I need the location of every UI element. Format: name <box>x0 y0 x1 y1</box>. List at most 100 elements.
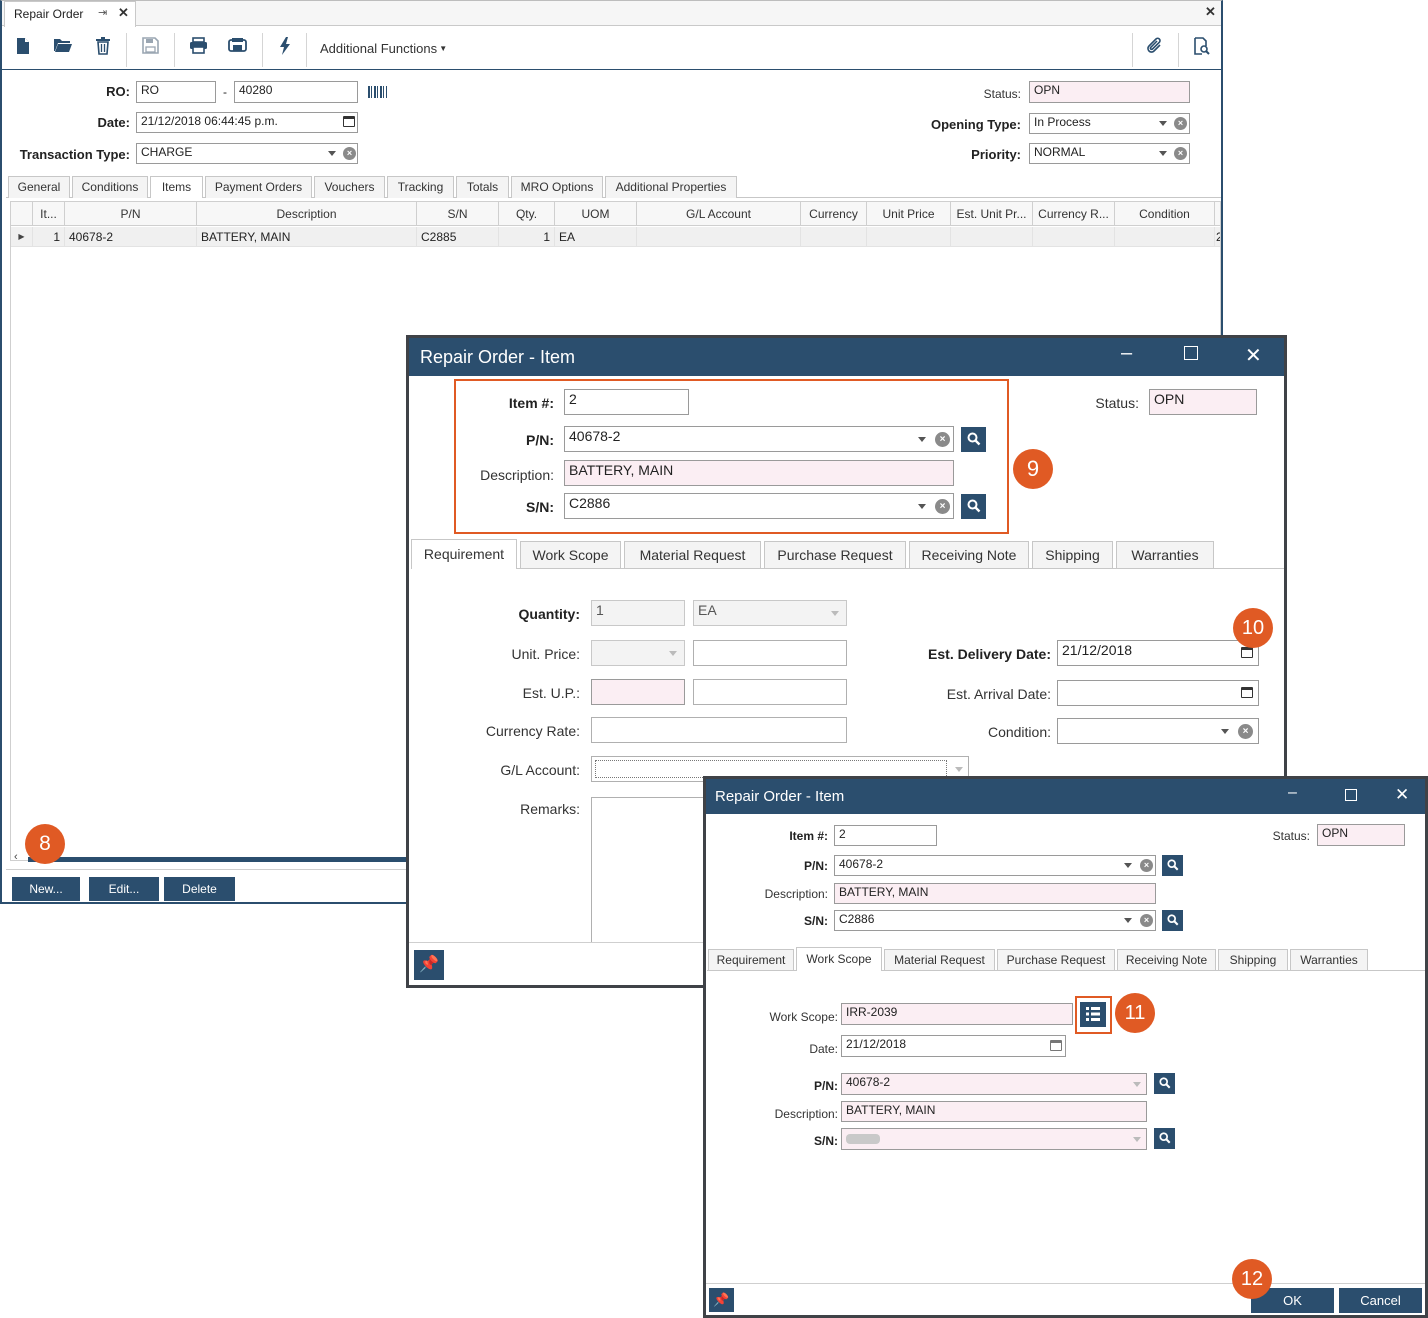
grid-header-cell[interactable]: Est. Unit Pr... <box>951 202 1033 226</box>
tab-general[interactable]: General <box>8 176 70 198</box>
tab-shipping[interactable]: Shipping <box>1032 541 1113 568</box>
document-tab[interactable]: Repair Order ⇥ ✕ <box>4 1 136 27</box>
clear-icon[interactable]: × <box>343 147 356 160</box>
clear-icon[interactable]: × <box>1174 117 1187 130</box>
pin-button[interactable]: 📌 <box>414 950 444 980</box>
date-input[interactable]: 21/12/2018 <box>841 1035 1066 1057</box>
tab-conditions[interactable]: Conditions <box>72 176 148 198</box>
save-disk-icon[interactable] <box>139 37 161 59</box>
dropdown-arrow-icon[interactable] <box>1221 729 1229 734</box>
ws-sn-select[interactable] <box>841 1128 1147 1150</box>
document-search-icon[interactable] <box>1191 37 1213 59</box>
minimize-icon[interactable]: – <box>1121 342 1132 365</box>
tab-payment-orders[interactable]: Payment Orders <box>205 176 312 198</box>
currency-rate-input[interactable] <box>591 717 847 743</box>
work-scope-list-button[interactable] <box>1080 1002 1106 1027</box>
tab-receiving-note[interactable]: Receiving Note <box>909 541 1029 568</box>
clear-icon[interactable]: × <box>1174 147 1187 160</box>
calendar-icon[interactable] <box>1050 1040 1062 1051</box>
dropdown-arrow-icon[interactable] <box>831 611 839 616</box>
tab-additional-properties[interactable]: Additional Properties <box>605 176 737 198</box>
grid-header-cell[interactable]: Qty. <box>499 202 555 226</box>
scroll-left-icon[interactable]: ‹ <box>14 851 18 863</box>
ro-prefix-input[interactable]: RO <box>136 81 216 103</box>
date-input[interactable]: 21/12/2018 06:44:45 p.m. <box>136 112 358 133</box>
dropdown-arrow-icon[interactable] <box>1124 918 1132 923</box>
ro-number-input[interactable]: 40280 <box>234 81 358 103</box>
tab-purchase-request[interactable]: Purchase Request <box>764 541 906 568</box>
cancel-button[interactable]: Cancel <box>1339 1288 1422 1313</box>
tab-material-request[interactable]: Material Request <box>884 949 995 970</box>
lightning-icon[interactable] <box>274 37 296 59</box>
pin-button[interactable]: 📌 <box>709 1288 734 1312</box>
grid-header-cell[interactable]: S/N <box>417 202 499 226</box>
est-up-value-input[interactable] <box>693 679 847 705</box>
grid-header-cell[interactable]: Description <box>197 202 417 226</box>
tab-receiving-note[interactable]: Receiving Note <box>1117 949 1216 970</box>
edit-button[interactable]: Edit... <box>89 877 159 901</box>
dropdown-arrow-icon[interactable] <box>669 651 677 656</box>
est-delivery-date-input[interactable]: 21/12/2018 <box>1057 640 1259 666</box>
grid-header-cell[interactable]: UOM <box>555 202 637 226</box>
horizontal-scrollbar-thumb[interactable] <box>28 857 408 862</box>
calendar-icon[interactable] <box>343 116 355 127</box>
ws-pn-select[interactable]: 40678-2 <box>841 1073 1147 1095</box>
grid-header-cell[interactable]: Condition <box>1115 202 1215 226</box>
dropdown-arrow-icon[interactable] <box>955 767 963 772</box>
additional-functions-menu[interactable]: Additional Functions ▼ <box>320 41 447 56</box>
dropdown-arrow-icon[interactable] <box>1159 121 1167 126</box>
clear-icon[interactable]: × <box>1140 859 1153 872</box>
sn-search-button[interactable] <box>1162 910 1183 931</box>
tab-work-scope[interactable]: Work Scope <box>520 541 621 568</box>
maximize-icon[interactable] <box>1184 346 1198 360</box>
grid-header-cell[interactable]: Currency R... <box>1033 202 1115 226</box>
quantity-input[interactable]: 1 <box>591 600 685 626</box>
table-row[interactable]: ▶ 1 40678-2 BATTERY, MAIN C2885 1 EA 2 <box>11 227 1220 247</box>
grid-header-cell[interactable]: It... <box>33 202 65 226</box>
close-window-icon[interactable]: ✕ <box>1205 4 1216 20</box>
tab-purchase-request[interactable]: Purchase Request <box>997 949 1115 970</box>
pn-search-button[interactable] <box>1162 855 1183 876</box>
new-button[interactable]: New... <box>12 877 80 901</box>
unit-price-input[interactable] <box>693 640 847 666</box>
sn-select[interactable]: C2886 <box>834 910 1156 931</box>
tab-work-scope[interactable]: Work Scope <box>796 947 882 971</box>
pin-icon[interactable]: ⇥ <box>98 6 107 19</box>
tab-warranties[interactable]: Warranties <box>1116 541 1214 568</box>
print-icon[interactable] <box>187 37 209 59</box>
pn-select[interactable]: 40678-2 <box>834 855 1156 876</box>
tab-warranties[interactable]: Warranties <box>1290 949 1368 970</box>
calendar-icon[interactable] <box>1241 687 1253 698</box>
tab-requirement[interactable]: Requirement <box>411 539 517 569</box>
clear-icon[interactable]: × <box>1140 914 1153 927</box>
paperclip-icon[interactable] <box>1144 37 1166 59</box>
grid-header-cell[interactable]: G/L Account <box>637 202 801 226</box>
tab-shipping[interactable]: Shipping <box>1218 949 1288 970</box>
dropdown-arrow-icon[interactable] <box>1124 863 1132 868</box>
close-icon[interactable]: ✕ <box>1395 785 1409 805</box>
tab-requirement[interactable]: Requirement <box>708 949 794 970</box>
close-icon[interactable]: ✕ <box>1245 343 1262 368</box>
item-number-input[interactable]: 2 <box>834 825 937 846</box>
open-folder-icon[interactable] <box>52 37 74 59</box>
barcode-icon[interactable] <box>368 86 387 98</box>
tab-totals[interactable]: Totals <box>456 176 509 198</box>
minimize-icon[interactable]: – <box>1288 784 1297 802</box>
uom-select[interactable]: EA <box>693 600 847 626</box>
dropdown-arrow-icon[interactable] <box>328 151 336 156</box>
maximize-icon[interactable] <box>1345 789 1357 801</box>
est-arrival-date-input[interactable] <box>1057 680 1259 706</box>
transaction-type-select[interactable]: CHARGE <box>136 143 358 164</box>
tab-material-request[interactable]: Material Request <box>624 541 761 568</box>
tab-mro-options[interactable]: MRO Options <box>511 176 603 198</box>
delete-button[interactable]: Delete <box>164 877 235 901</box>
calendar-icon[interactable] <box>1241 647 1253 658</box>
dropdown-arrow-icon[interactable] <box>1133 1137 1141 1142</box>
tab-tracking[interactable]: Tracking <box>387 176 454 198</box>
ws-sn-search-button[interactable] <box>1154 1128 1175 1149</box>
new-document-icon[interactable] <box>12 37 34 59</box>
ws-pn-search-button[interactable] <box>1154 1073 1175 1094</box>
close-tab-icon[interactable]: ✕ <box>118 5 129 21</box>
print-preview-icon[interactable] <box>226 37 248 59</box>
delete-trash-icon[interactable] <box>92 37 114 59</box>
